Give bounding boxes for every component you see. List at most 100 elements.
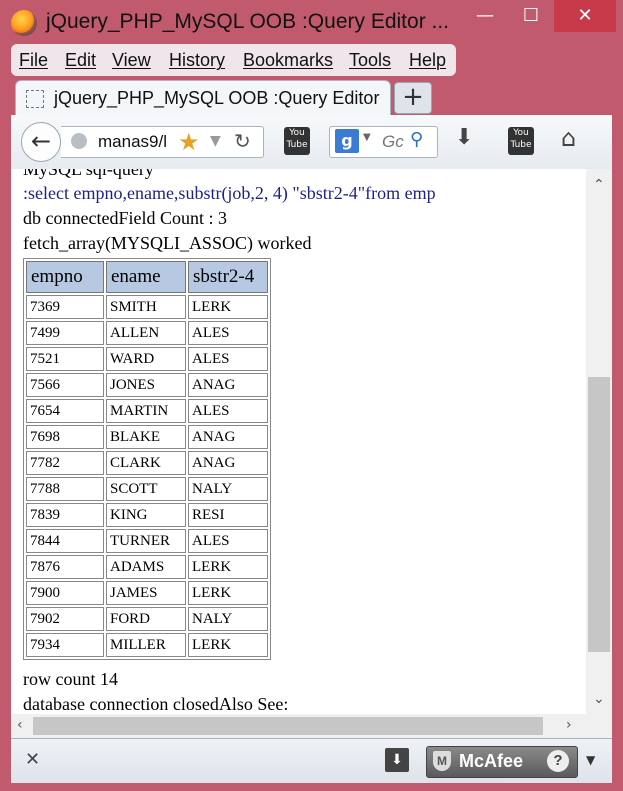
menu-help[interactable]: Help — [409, 50, 446, 71]
cell-empno: 7654 — [26, 399, 104, 423]
table-row: 7788 SCOTT NALY — [26, 477, 268, 501]
cell-ename: JAMES — [106, 581, 186, 605]
cell-empno: 7934 — [26, 633, 104, 657]
cell-ename: TURNER — [106, 529, 186, 553]
youtube-icon[interactable]: You Tube — [284, 127, 310, 155]
table-row: 7566 JONES ANAG — [26, 373, 268, 397]
menu-bar: File Edit View History Bookmarks Tools H… — [11, 44, 456, 76]
cell-ename: CLARK — [106, 451, 186, 475]
cell-empno: 7844 — [26, 529, 104, 553]
youtube-icon[interactable]: You Tube — [508, 127, 534, 155]
google-search-icon[interactable]: g — [335, 129, 359, 153]
menu-history[interactable]: History — [169, 50, 225, 71]
maximize-button[interactable]: ☐ — [508, 0, 554, 32]
tab-active[interactable]: jQuery_PHP_MySQL OOB :Query Editor — [15, 80, 391, 117]
search-box[interactable]: g ▼ Gc ⚲ — [329, 126, 438, 158]
row-count: row count 14 — [23, 669, 118, 689]
firefox-logo-icon — [11, 10, 37, 36]
horizontal-scrollbar[interactable]: ‹ › — [11, 714, 586, 738]
scroll-up-icon[interactable]: ⌃ — [593, 177, 605, 193]
cell-ename: MILLER — [106, 633, 186, 657]
cell-sbstr: ANAG — [188, 451, 268, 475]
cell-ename: WARD — [106, 347, 186, 371]
cell-ename: FORD — [106, 607, 186, 631]
download-icon[interactable]: ⬇ — [455, 125, 473, 150]
menu-file[interactable]: File — [19, 50, 48, 71]
help-icon[interactable]: ? — [547, 750, 569, 772]
horizontal-scroll-thumb[interactable] — [33, 717, 543, 735]
chevron-down-icon[interactable]: ▼ — [210, 133, 221, 149]
cell-ename: MARTIN — [106, 399, 186, 423]
menu-view[interactable]: View — [112, 50, 151, 71]
cell-sbstr: ALES — [188, 347, 268, 371]
menu-bookmarks[interactable]: Bookmarks — [243, 50, 333, 71]
tab-title: jQuery_PHP_MySQL OOB :Query Editor — [54, 88, 380, 108]
close-icon[interactable]: ✕ — [25, 749, 40, 770]
cell-ename: SCOTT — [106, 477, 186, 501]
url-text: manas9/l — [98, 132, 167, 151]
home-icon[interactable]: ⌂ — [561, 124, 576, 152]
cell-ename: BLAKE — [106, 425, 186, 449]
cell-sbstr: LERK — [188, 295, 268, 319]
cell-empno: 7499 — [26, 321, 104, 345]
chevron-down-icon[interactable]: ▼ — [586, 753, 595, 767]
table-row: 7839 KING RESI — [26, 503, 268, 527]
fetch-line: fetch_array(MYSQLI_ASSOC) worked — [23, 233, 312, 253]
mcafee-button[interactable]: M McAfee ? — [426, 746, 578, 778]
menu-tools[interactable]: Tools — [349, 50, 391, 71]
search-icon[interactable]: ⚲ — [410, 129, 423, 150]
closed-line: database connection closedAlso See: — [23, 694, 289, 714]
page-icon — [26, 90, 44, 108]
header-sbstr: sbstr2-4 — [188, 261, 268, 293]
table-row: 7782 CLARK ANAG — [26, 451, 268, 475]
table-row: 7876 ADAMS LERK — [26, 555, 268, 579]
cell-sbstr: RESI — [188, 503, 268, 527]
scroll-left-icon[interactable]: ‹ — [17, 717, 23, 733]
download-icon[interactable]: ⬇ — [385, 748, 409, 772]
cell-ename: SMITH — [106, 295, 186, 319]
mcafee-label: McAfee — [459, 751, 524, 771]
scroll-down-icon[interactable]: ⌄ — [593, 691, 605, 707]
cell-ename: ALLEN — [106, 321, 186, 345]
sql-query-line: :select empno,ename,substr(job,2, 4) "sb… — [23, 183, 436, 203]
menu-edit[interactable]: Edit — [65, 50, 96, 71]
cell-ename: JONES — [106, 373, 186, 397]
table-row: 7902 FORD NALY — [26, 607, 268, 631]
cell-sbstr: ALES — [188, 529, 268, 553]
title-bar: jQuery_PHP_MySQL OOB :Query Editor ... —… — [0, 0, 623, 44]
new-tab-button[interactable]: + — [394, 82, 432, 114]
reload-icon[interactable]: ↻ — [234, 129, 251, 153]
search-input[interactable]: Gc — [382, 132, 404, 152]
close-button[interactable]: ✕ — [554, 0, 616, 32]
cell-ename: KING — [106, 503, 186, 527]
cell-sbstr: LERK — [188, 581, 268, 605]
star-icon[interactable]: ★ — [178, 128, 200, 156]
table-body: 7369 SMITH LERK 7499 ALLEN ALES 7521 WARD ALES 75… — [26, 295, 268, 657]
navigation-toolbar: ← manas9/l ★ ▼ ↻ You Tube g ▼ Gc ⚲ ⬇ You T… — [11, 115, 612, 170]
back-arrow-icon[interactable]: ← — [21, 122, 61, 162]
table-row: 7900 JAMES LERK — [26, 581, 268, 605]
cell-sbstr: ALES — [188, 399, 268, 423]
cell-sbstr: LERK — [188, 555, 268, 579]
url-bar[interactable]: manas9/l ★ ▼ ↻ — [61, 126, 264, 158]
engine-dropdown-icon[interactable]: ▼ — [363, 132, 371, 143]
cell-empno: 7698 — [26, 425, 104, 449]
mcafee-shield-icon: M — [433, 751, 451, 771]
table-row: 7844 TURNER ALES — [26, 529, 268, 553]
table-row: 7521 WARD ALES — [26, 347, 268, 371]
results-table: empno ename sbstr2-4 7369 SMITH LERK 7499 AL… — [23, 258, 271, 660]
table-row: 7654 MARTIN ALES — [26, 399, 268, 423]
table-row: 7499 ALLEN ALES — [26, 321, 268, 345]
globe-icon — [71, 133, 87, 149]
status-line: db connectedField Count : 3 — [23, 208, 227, 228]
cell-empno: 7369 — [26, 295, 104, 319]
cell-empno: 7566 — [26, 373, 104, 397]
addon-bar: ✕ ⬇ M McAfee ? ▼ — [11, 738, 612, 783]
scroll-right-icon[interactable]: › — [566, 717, 572, 733]
cell-empno: 7902 — [26, 607, 104, 631]
window-title: jQuery_PHP_MySQL OOB :Query Editor ... — [46, 10, 450, 33]
vertical-scrollbar[interactable]: ⌃ ⌄ — [586, 169, 612, 714]
table-row: 7934 MILLER LERK — [26, 633, 268, 657]
scroll-thumb[interactable] — [588, 377, 610, 652]
minimize-button[interactable]: — — [462, 0, 508, 32]
